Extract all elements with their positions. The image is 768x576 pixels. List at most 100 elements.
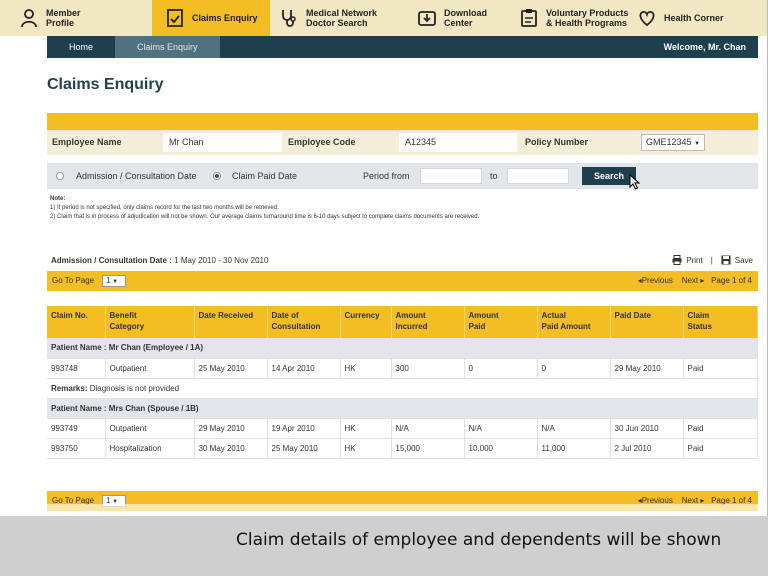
- period-from-label: Period from: [363, 171, 410, 181]
- actual-paid-amount: N/A: [537, 418, 611, 439]
- amount-incurred: 300: [391, 358, 465, 379]
- printer-icon: [672, 255, 682, 265]
- table-row[interactable]: 993748 Outpatient 25 May 2010 14 Apr 201…: [47, 358, 758, 379]
- amount-incurred: N/A: [391, 418, 465, 439]
- tab-claims-enquiry[interactable]: Claims Enquiry: [115, 36, 220, 58]
- benefit-category: Hospitalization: [105, 438, 195, 459]
- chevron-down-icon: ▼: [694, 141, 700, 147]
- patient-name: Patient Name : Mrs Chan (Spouse / 1B): [47, 398, 758, 419]
- actual-paid-amount: 11,000: [537, 438, 611, 459]
- search-button[interactable]: Search: [582, 167, 636, 185]
- nav-label: & Health Programs: [546, 18, 628, 28]
- table-row[interactable]: 993749 Outpatient 29 May 2010 19 Apr 201…: [47, 418, 758, 439]
- employee-name-value: Mr Chan: [163, 133, 282, 152]
- clipboard-icon: [518, 7, 540, 29]
- nav-download-center[interactable]: Download Center: [398, 0, 516, 36]
- paid-date: 29 May 2010: [610, 358, 684, 379]
- date-received: 25 May 2010: [194, 358, 268, 379]
- column-header: Claim Status: [683, 306, 758, 338]
- nav-label: Center: [444, 18, 473, 28]
- table-row[interactable]: 993750 Hospitalization 30 May 2010 25 Ma…: [47, 438, 758, 459]
- radio-admission-label: Admission / Consultation Date: [76, 171, 197, 181]
- nav-label: Download: [444, 8, 487, 18]
- column-header: Date of Consultation: [267, 306, 341, 338]
- amount-paid: N/A: [464, 418, 538, 439]
- nav-label: Health Corner: [664, 13, 724, 23]
- date-received: 30 May 2010: [194, 438, 268, 459]
- nav-label: Member: [46, 8, 81, 18]
- nav-label: Medical Network: [306, 8, 378, 18]
- claim-status: Paid: [683, 438, 758, 459]
- claim-no: 993749: [47, 418, 106, 439]
- currency: HK: [340, 418, 392, 439]
- remark-row: Remarks: Diagnosis is not provided: [47, 378, 758, 399]
- heart-icon: [636, 7, 658, 29]
- paid-date: 30 Jun 2010: [610, 418, 684, 439]
- download-icon: [416, 7, 438, 29]
- date-consultation: 25 May 2010: [267, 438, 341, 459]
- column-header: Amount Paid: [464, 306, 538, 338]
- remark-label: Remarks:: [51, 383, 88, 393]
- page-title: Claims Enquiry: [47, 76, 164, 93]
- page-select[interactable]: 1 ▼: [102, 275, 126, 287]
- amount-paid: 10,000: [464, 438, 538, 459]
- actual-paid-amount: 0: [537, 358, 611, 379]
- claim-no: 993750: [47, 438, 106, 459]
- note-line-1: 1) If period is not specified, only clai…: [50, 205, 279, 211]
- sub-navigation: Home Claims Enquiry Welcome, Mr. Chan: [47, 36, 758, 58]
- policy-number-select[interactable]: GME12345 ▼: [641, 134, 705, 151]
- table-header-row: Claim No. Benefit Category Date Received …: [47, 306, 758, 338]
- tab-home[interactable]: Home: [47, 36, 115, 58]
- notes-title: Note:: [50, 196, 66, 202]
- period-to-label: to: [490, 171, 498, 181]
- patient-name: Patient Name : Mr Chan (Employee / 1A): [47, 338, 758, 359]
- column-header: Amount Incurred: [391, 306, 465, 338]
- date-consultation: 19 Apr 2010: [267, 418, 341, 439]
- patient-group-row: Patient Name : Mrs Chan (Spouse / 1B): [47, 398, 758, 419]
- nav-medical-network[interactable]: Medical Network Doctor Search: [270, 0, 398, 36]
- print-link[interactable]: Print: [686, 256, 702, 265]
- claim-status: Paid: [683, 358, 758, 379]
- nav-member-profile[interactable]: Member Profile: [0, 0, 152, 36]
- welcome-text: Welcome, Mr. Chan: [663, 42, 746, 52]
- column-header: Claim No.: [47, 306, 106, 338]
- remark-cell: Remarks: Diagnosis is not provided: [47, 378, 758, 399]
- radio-claim-paid-date[interactable]: [213, 172, 221, 180]
- nav-voluntary-products[interactable]: Voluntary Products & Health Programs: [516, 0, 634, 36]
- stethoscope-icon: [278, 7, 300, 29]
- paid-date: 2 Jul 2010: [610, 438, 684, 459]
- nav-label: Doctor Search: [306, 18, 368, 28]
- save-link[interactable]: Save: [735, 256, 753, 265]
- save-icon: [721, 255, 731, 265]
- policy-number-label: Policy Number: [525, 137, 589, 147]
- employee-name-label: Employee Name: [52, 137, 122, 147]
- notes: Note: 1) If period is not specified, onl…: [50, 195, 479, 222]
- previous-link[interactable]: Previous: [642, 276, 673, 285]
- column-header: Benefit Category: [105, 306, 195, 338]
- employee-code-label: Employee Code: [288, 137, 356, 147]
- nav-health-corner[interactable]: Health Corner: [634, 0, 767, 36]
- pager-top: Go To Page 1 ▼ ◂Previous Next ▸ Page 1 o…: [47, 271, 758, 291]
- radio-admission-date[interactable]: [56, 172, 64, 180]
- nav-label: Profile: [46, 18, 75, 28]
- filter-header-bar: [47, 113, 758, 130]
- period-from-input[interactable]: [420, 168, 482, 184]
- currency: HK: [340, 358, 392, 379]
- amount-incurred: 15,000: [391, 438, 465, 459]
- top-navigation: Member Profile Claims Enquiry Medical Net…: [0, 0, 767, 36]
- period-value: 1 May 2010 - 30 Nov 2010: [174, 256, 269, 265]
- period-label: Admission / Consultation Date :: [51, 256, 172, 265]
- scroll-fade: [0, 504, 767, 516]
- column-header: Actual Paid Amount: [537, 306, 611, 338]
- period-to-input[interactable]: [507, 168, 569, 184]
- policy-number-value: GME12345: [646, 137, 692, 147]
- nav-claims-enquiry[interactable]: Claims Enquiry: [152, 0, 270, 36]
- patient-group-row: Patient Name : Mr Chan (Employee / 1A): [47, 338, 758, 359]
- benefit-category: Outpatient: [105, 418, 195, 439]
- note-line-2: 2) Claim that is in process of adjudicat…: [50, 214, 480, 220]
- column-header: Paid Date: [610, 306, 684, 338]
- date-consultation: 14 Apr 2010: [267, 358, 341, 379]
- next-link[interactable]: Next: [682, 276, 698, 285]
- action-separator: |: [710, 255, 713, 265]
- claim-status: Paid: [683, 418, 758, 439]
